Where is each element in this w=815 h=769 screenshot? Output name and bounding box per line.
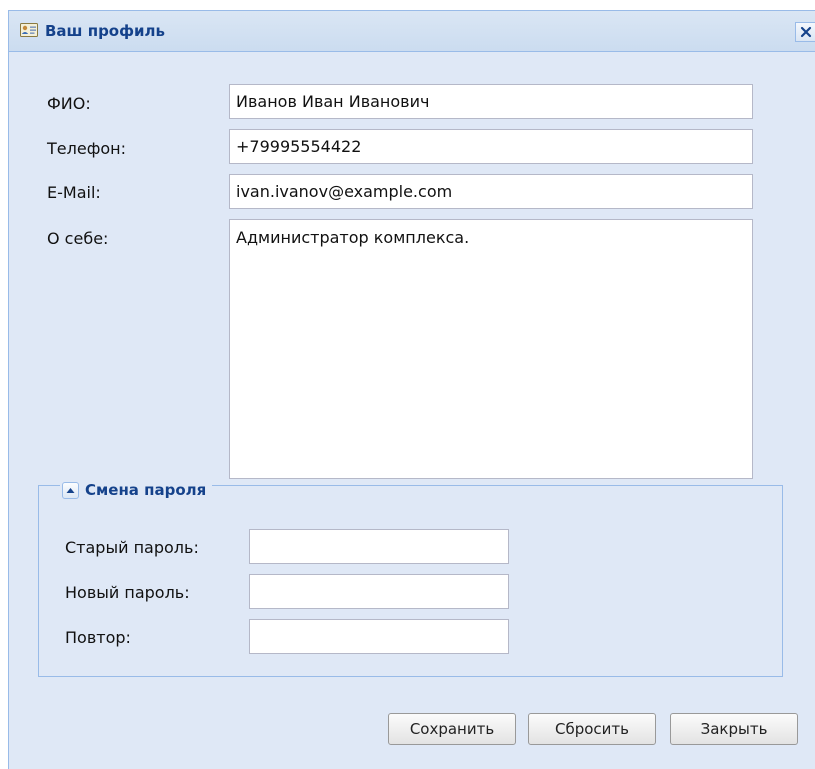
save-button[interactable]: Сохранить (388, 713, 516, 745)
profile-card-icon (20, 23, 38, 37)
new-password-field[interactable] (249, 574, 509, 609)
fio-label: ФИО: (47, 94, 91, 113)
fio-field[interactable] (229, 84, 753, 119)
password-section-title: Смена пароля (85, 481, 207, 499)
collapse-toggle[interactable] (62, 481, 79, 499)
repeat-password-label: Повтор: (65, 628, 131, 647)
close-icon (800, 26, 812, 38)
window-titlebar[interactable]: Ваш профиль (9, 11, 815, 52)
reset-button[interactable]: Сбросить (528, 713, 656, 745)
close-window-button[interactable] (795, 22, 815, 42)
window-title: Ваш профиль (45, 22, 165, 40)
password-section-header: Смена пароля (60, 479, 213, 501)
phone-label: Телефон: (47, 139, 127, 158)
new-password-label: Новый пароль: (65, 583, 190, 602)
old-password-field[interactable] (249, 529, 509, 564)
about-label: О себе: (47, 229, 109, 248)
about-textarea[interactable]: Администратор комплекса. (229, 219, 753, 479)
email-label: E-Mail: (47, 183, 101, 202)
email-field[interactable] (229, 174, 753, 209)
chevron-up-icon (66, 487, 75, 493)
repeat-password-field[interactable] (249, 619, 509, 654)
phone-field[interactable] (229, 129, 753, 164)
old-password-label: Старый пароль: (65, 538, 199, 557)
close-button[interactable]: Закрыть (670, 713, 798, 745)
